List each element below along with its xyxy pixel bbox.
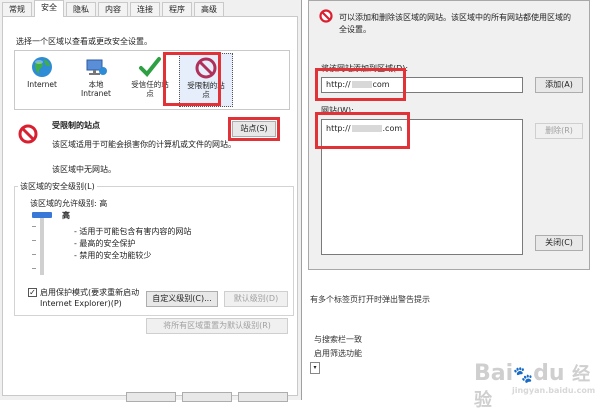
zone-label-line1: Internet (27, 80, 57, 89)
paw-icon: 🐾 (513, 365, 534, 384)
tab-security[interactable]: 安全 (34, 0, 64, 17)
restricted-large-icon (18, 124, 38, 144)
default-level-button[interactable]: 默认级别(D) (224, 291, 288, 307)
zone-label-line2: Intranet (81, 89, 111, 98)
security-level-group-title: 该区域的安全级别(L) (18, 181, 97, 192)
tab-connections[interactable]: 连接 (130, 2, 160, 16)
add-button[interactable]: 添加(A) (535, 77, 583, 93)
tab-general[interactable]: 常规 (2, 2, 32, 16)
cancel-button-partial[interactable] (182, 392, 232, 402)
zone-local-intranet[interactable]: 本地 Intranet (71, 53, 121, 107)
watermark-du: du (533, 361, 565, 386)
zone-description: 该区域适用于可能会损害你的计算机或文件的网站。 (52, 140, 236, 149)
slider-tick (32, 268, 36, 269)
zone-title: 受限制的站点 (52, 121, 100, 130)
security-slider-thumb[interactable] (32, 212, 52, 218)
zone-no-sites: 该区域中无网站。 (52, 165, 116, 174)
chevron-down-icon[interactable]: ▾ (310, 362, 320, 374)
intranet-icon (84, 55, 108, 79)
level-bullet: - 适用于可能包含有害内容的网站 (74, 227, 192, 236)
bg-option-line: 有多个标签页打开时弹出警告提示 (310, 295, 430, 304)
highlight-sites-button (228, 117, 280, 141)
bg-option-line: 启用筛选功能 (314, 349, 362, 358)
restricted-icon (319, 9, 333, 23)
custom-level-button[interactable]: 自定义级别(C)... (146, 291, 218, 307)
level-name: 高 (62, 211, 70, 220)
dialog-info-line1: 可以添加和删除该区域的网站。该区域中的所有网站都使用区域的 (339, 13, 571, 22)
globe-icon (30, 55, 54, 79)
watermark-domain: jingyan.baidu.com (512, 386, 596, 395)
zone-prompt: 选择一个区域以查看或更改安全设置。 (16, 37, 152, 46)
checkmark-icon (138, 55, 162, 79)
internet-options-dialog: 常规 安全 隐私 内容 连接 程序 高级 选择一个区域以查看或更改安全设置。 I… (0, 0, 302, 402)
slider-tick (32, 240, 36, 241)
close-button[interactable]: 关闭(C) (535, 235, 583, 251)
security-slider-track[interactable] (40, 215, 44, 275)
tab-advanced[interactable]: 高级 (194, 2, 224, 16)
level-bullet: - 最高的安全保护 (74, 239, 136, 248)
tab-programs[interactable]: 程序 (162, 2, 192, 16)
remove-button[interactable]: 删除(R) (535, 123, 583, 139)
zone-internet[interactable]: Internet (17, 53, 67, 107)
highlight-add-input (315, 68, 406, 101)
protected-mode-checkbox[interactable]: ✓ (28, 288, 37, 297)
level-bullet: - 禁用的安全功能较少 (74, 251, 152, 260)
slider-tick (32, 254, 36, 255)
tab-content[interactable]: 内容 (98, 2, 128, 16)
zone-list: Internet 本地 Intranet 受信任的站 点 受限制的站 点 (14, 50, 290, 110)
highlight-website-entry (315, 112, 410, 149)
protected-mode-label-2: Internet Explorer)(P) (40, 299, 122, 308)
apply-button-partial[interactable] (238, 392, 288, 402)
reset-all-zones-button[interactable]: 将所有区域重置为默认级别(R) (146, 318, 288, 334)
zone-label-line1: 本地 (88, 80, 104, 89)
watermark-brand: Bai (474, 361, 514, 386)
highlight-restricted-zone (163, 52, 221, 106)
slider-tick (32, 226, 36, 227)
tab-privacy[interactable]: 隐私 (66, 2, 96, 16)
allowed-level-label: 该区域的允许级别: 高 (30, 199, 108, 208)
bg-option-line: 与搜索栏一致 (314, 335, 362, 344)
ok-button-partial[interactable] (126, 392, 176, 402)
dialog-info-line2: 全设置。 (339, 25, 371, 34)
protected-mode-label: 启用保护模式(要求重新启动 (40, 288, 140, 297)
